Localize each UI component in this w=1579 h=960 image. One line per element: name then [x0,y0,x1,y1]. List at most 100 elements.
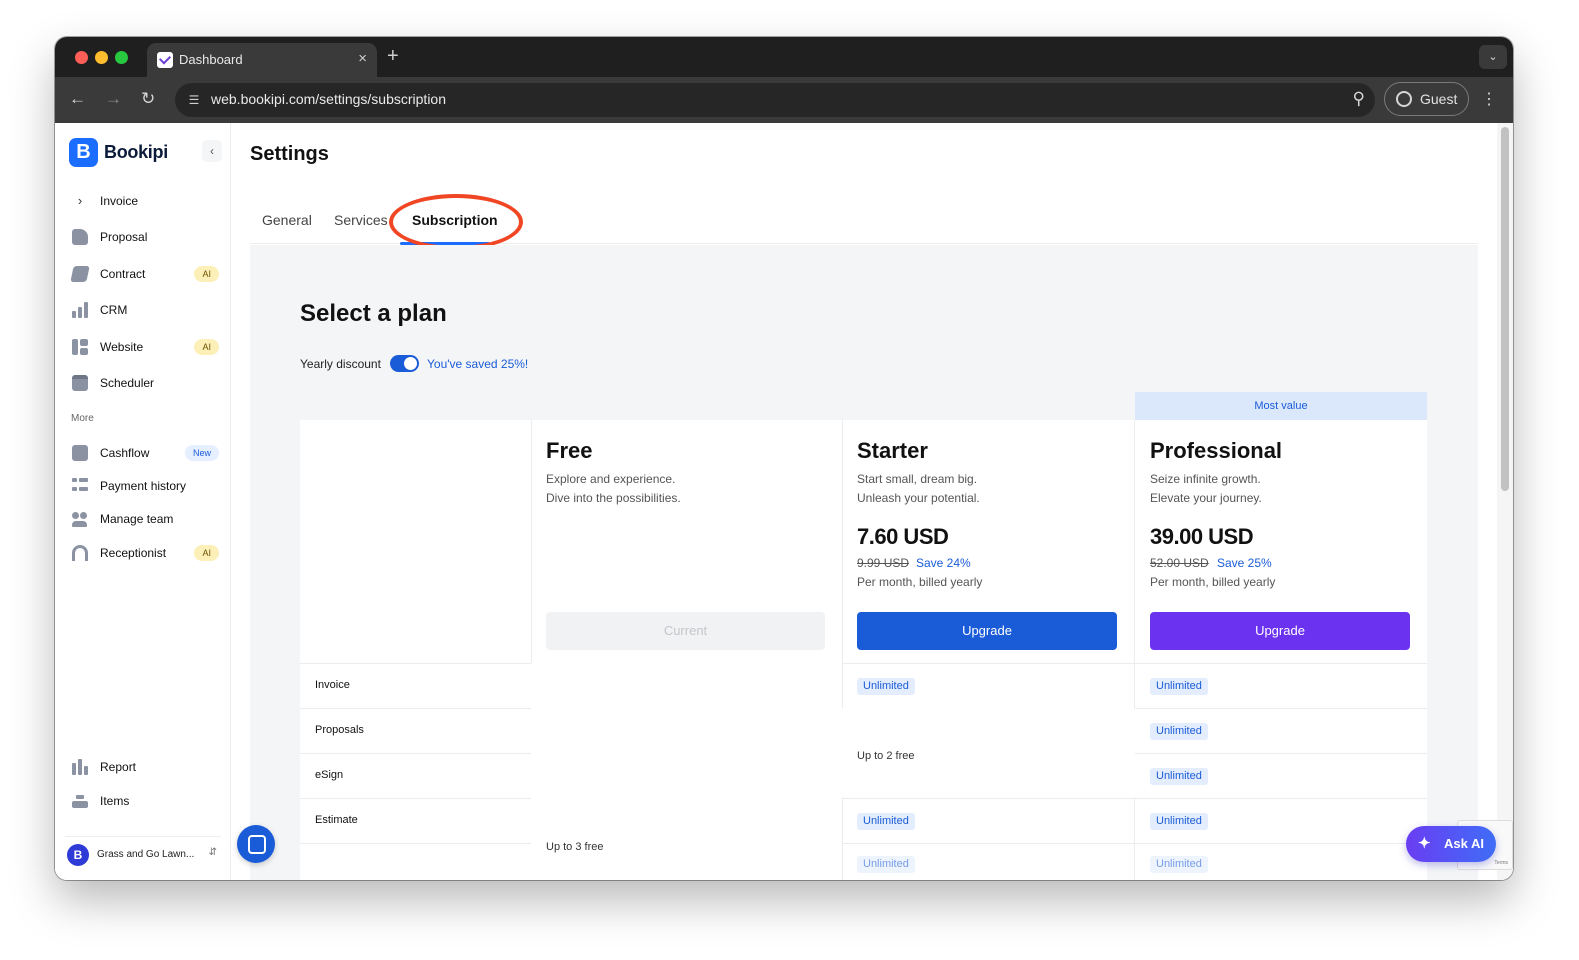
ask-ai-button[interactable]: ✦ Ask AI [1406,826,1496,862]
workspace-avatar: B [67,844,89,866]
sidebar-item-label: CRM [100,303,128,317]
sidebar-item-receptionist[interactable]: Receptionist AI [69,539,219,567]
unlimited-badge: Unlimited [1150,723,1208,740]
yearly-discount-toggle[interactable] [390,355,419,372]
ask-ai-label: Ask AI [1444,836,1484,851]
new-badge: New [184,445,219,461]
user-circle-icon [1396,91,1412,107]
sidebar-item-report[interactable]: Report [69,753,219,781]
tab-search-chevron-icon[interactable]: ⌄ [1479,45,1507,69]
upgrade-professional-button[interactable]: Upgrade [1150,612,1410,650]
main-content: Settings General Services Subscription S… [231,123,1513,880]
plan-old-price: 9.99 USD [857,556,910,570]
unlimited-badge: Unlimited [1150,856,1208,873]
sidebar-item-payment-history[interactable]: Payment history [69,472,219,500]
recaptcha-terms: Terms [1494,860,1508,866]
plan-description-line: Unleash your potential. [857,491,980,505]
most-value-banner: Most value [1135,392,1427,420]
scrollbar-thumb[interactable] [1501,127,1509,491]
brand-name[interactable]: Bookipi [104,142,168,163]
subscription-panel: Select a plan Yearly discount You've sav… [250,245,1478,880]
back-arrow-icon[interactable]: ← [69,89,86,109]
unlimited-badge: Unlimited [857,813,915,830]
ai-badge: AI [194,266,219,282]
sidebar-item-label: Cashflow [100,446,150,460]
sidebar-item-cashflow[interactable]: Cashflow New [69,439,219,467]
plan-name: Professional [1150,438,1283,463]
browser-menu-icon[interactable]: ⋮ [1481,89,1497,109]
contract-pen-icon [70,266,90,282]
favicon-icon [157,52,173,68]
sidebar-item-proposal[interactable]: Proposal [69,223,219,251]
team-users-icon [72,511,88,527]
plan-card-professional: Professional Seize infinite growth. Elev… [1135,420,1427,663]
upgrade-starter-button[interactable]: Upgrade [857,612,1117,650]
tab-services[interactable]: Services [334,212,388,228]
maximize-window-button[interactable] [115,51,128,64]
sparkle-icon: ✦ [1418,835,1431,852]
sidebar-item-invoice[interactable]: › Invoice [69,187,219,215]
sidebar-item-scheduler[interactable]: Scheduler [69,369,219,397]
chat-support-button[interactable] [237,825,275,863]
unlimited-badge: Unlimited [1150,678,1208,695]
plan-description-line: Dive into the possibilities. [546,491,681,505]
feature-label: eSign [315,769,344,781]
close-tab-icon[interactable]: × [358,50,367,67]
chevron-up-down-icon: ⇵ [208,847,217,858]
items-stack-icon [72,793,88,809]
table-row: Invoice Unlimited Unlimited [300,663,1427,708]
sidebar-item-manage-team[interactable]: Manage team [69,505,219,533]
plan-save-text: Save 25% [1217,556,1272,570]
plan-card-starter: Starter Start small, dream big. Unleash … [842,420,1134,663]
table-row: Estimate Unlimited Unlimited [300,798,1427,843]
sidebar-item-contract[interactable]: Contract AI [69,260,219,288]
sidebar-item-items[interactable]: Items [69,787,219,815]
tab-general[interactable]: General [262,212,312,228]
current-plan-button: Current [546,612,825,650]
unlimited-badge: Unlimited [857,856,915,873]
browser-window: Dashboard × + ⌄ ← → ↻ ☰ web.bookipi.com/… [55,37,1513,880]
highlight-annotation-ellipse [389,194,523,250]
profile-label: Guest [1420,91,1458,107]
zoom-icon[interactable]: ⚲ [1353,89,1365,109]
workspace-switcher[interactable]: B Grass and Go Lawn... ⇵ [65,836,221,870]
workspace-name: Grass and Go Lawn... [97,849,195,860]
minimize-window-button[interactable] [95,51,108,64]
browser-tab-dashboard[interactable]: Dashboard × [147,43,377,77]
forward-arrow-icon[interactable]: → [105,89,122,109]
cashflow-check-icon [72,445,88,461]
headset-icon [72,545,88,561]
table-row: Unlimited Unlimited [300,843,1427,880]
sidebar-item-crm[interactable]: CRM [69,296,219,324]
browser-tab-title: Dashboard [179,52,243,67]
close-window-button[interactable] [75,51,88,64]
report-chart-icon [72,759,88,775]
sidebar-item-label: Invoice [100,194,139,208]
browser-tabbar: Dashboard × + ⌄ [55,37,1513,77]
sidebar: B Bookipi ‹ › Invoice Proposal Contract … [55,123,231,880]
profile-button[interactable]: Guest [1384,82,1469,116]
collapse-sidebar-chevron-icon[interactable]: ‹ [202,140,222,162]
proposal-icon [72,229,88,245]
free-limit-note: Up to 3 free [546,841,604,853]
bookipi-logo-icon[interactable]: B [69,138,98,167]
page-scrollbar[interactable] [1497,123,1513,880]
reload-icon[interactable]: ↻ [141,89,155,109]
plans-table: Free Explore and experience. Dive into t… [300,420,1427,880]
url-text[interactable]: web.bookipi.com/settings/subscription [211,91,446,107]
sidebar-item-website[interactable]: Website AI [69,333,219,361]
unlimited-badge: Unlimited [1150,768,1208,785]
site-info-icon[interactable]: ☰ [184,90,204,110]
plan-description: Start small, dream big. Unleash your pot… [857,470,980,508]
unlimited-badge: Unlimited [857,678,915,695]
crm-bars-icon [72,302,88,318]
feature-label: Proposals [315,724,364,736]
address-bar[interactable]: ☰ web.bookipi.com/settings/subscription … [175,83,1375,117]
new-tab-button[interactable]: + [387,45,399,68]
sidebar-item-label: Website [100,340,144,354]
more-section-heading: More [71,413,94,424]
ai-badge: AI [194,545,219,561]
plan-old-price: 52.00 USD [1150,556,1209,570]
browser-toolbar: ← → ↻ ☰ web.bookipi.com/settings/subscri… [55,77,1513,123]
plan-save-text: Save 24% [916,556,971,570]
